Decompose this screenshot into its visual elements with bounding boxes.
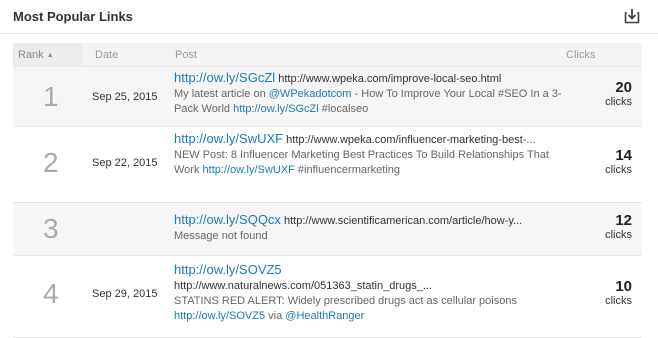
desc-text: #influencermarketing	[294, 164, 401, 176]
short-link[interactable]: http://ow.ly/SQQcx	[174, 212, 281, 227]
short-link[interactable]: http://ow.ly/SwUXF	[174, 131, 283, 146]
table-row: 4 Sep 29, 2015 http://ow.ly/SOVZ5 http:/…	[13, 256, 642, 338]
desc-link[interactable]: http://ow.ly/SOVZ5	[174, 310, 265, 322]
clicks-count: 20	[615, 79, 632, 96]
mention-link[interactable]: @HealthRanger	[285, 310, 364, 322]
post-description: Message not found	[174, 230, 268, 242]
post-description: STATINS RED ALERT: Widely prescribed dru…	[174, 295, 517, 322]
rank-header-label: Rank	[18, 49, 44, 61]
rank-number: 4	[43, 278, 59, 309]
table-row: 3 http://ow.ly/SQQcx http://www.scientif…	[13, 203, 642, 256]
clicks-count: 14	[615, 147, 632, 164]
long-url[interactable]: http://www.wpeka.com/influencer-marketin…	[286, 134, 535, 146]
clicks-label: clicks	[605, 96, 632, 108]
long-url[interactable]: http://www.scientificamerican.com/articl…	[284, 215, 522, 227]
post-cell: http://ow.ly/SQQcx http://www.scientific…	[174, 212, 564, 244]
clicks-column-header[interactable]: Clicks	[566, 49, 595, 61]
short-link[interactable]: http://ow.ly/SGcZl	[174, 70, 275, 85]
post-date: Sep 22, 2015	[92, 157, 158, 169]
date-column-header[interactable]: Date	[95, 49, 118, 61]
rank-number: 1	[43, 81, 59, 112]
desc-text: STATINS RED ALERT: Widely prescribed dru…	[174, 295, 517, 307]
table-row: 2 Sep 22, 2015 http://ow.ly/SwUXF http:/…	[13, 127, 642, 203]
post-cell: http://ow.ly/SOVZ5 http://www.naturalnew…	[174, 262, 564, 324]
table-header: Rank ▲ Date Post Clicks	[13, 43, 642, 67]
post-description: My latest article on @WPekadotcom - How …	[174, 88, 562, 115]
clicks-count: 12	[615, 212, 632, 229]
rank-column-header[interactable]: Rank ▲	[18, 49, 54, 61]
table-row: 1 Sep 25, 2015 http://ow.ly/SGcZl http:/…	[13, 67, 642, 127]
post-column-header[interactable]: Post	[175, 49, 197, 61]
mention-link[interactable]: @WPekadotcom	[269, 88, 352, 100]
post-date: Sep 25, 2015	[92, 91, 158, 103]
clicks-cell: 10 clicks	[605, 278, 632, 307]
desc-link[interactable]: http://ow.ly/SwUXF	[203, 164, 295, 176]
desc-text: #localseo	[318, 103, 369, 115]
post-date: Sep 29, 2015	[92, 288, 158, 300]
post-cell: http://ow.ly/SGcZl http://www.wpeka.com/…	[174, 70, 564, 117]
links-table: Rank ▲ Date Post Clicks 1 Sep 25, 2015 ht…	[13, 43, 642, 338]
sort-asc-icon: ▲	[46, 52, 54, 59]
clicks-cell: 14 clicks	[605, 147, 632, 176]
clicks-label: clicks	[605, 229, 632, 241]
panel-header: Most Popular Links	[0, 0, 658, 34]
long-url[interactable]: http://www.wpeka.com/improve-local-seo.h…	[278, 73, 501, 85]
clicks-cell: 20 clicks	[605, 79, 632, 108]
clicks-label: clicks	[605, 164, 632, 176]
desc-text: My latest article on	[174, 88, 269, 100]
rank-number: 2	[43, 147, 59, 178]
desc-link[interactable]: http://ow.ly/SGcZl	[233, 103, 319, 115]
desc-text: via	[265, 310, 286, 322]
rank-number: 3	[43, 213, 59, 244]
post-cell: http://ow.ly/SwUXF http://www.wpeka.com/…	[174, 131, 564, 178]
download-box-icon	[624, 9, 640, 24]
clicks-count: 10	[615, 278, 632, 295]
post-description: NEW Post: 8 Influencer Marketing Best Pr…	[174, 149, 549, 176]
export-icon[interactable]	[624, 8, 640, 24]
short-link[interactable]: http://ow.ly/SOVZ5	[174, 262, 282, 277]
clicks-cell: 12 clicks	[605, 212, 632, 241]
clicks-label: clicks	[605, 295, 632, 307]
long-url[interactable]: http://www.naturalnews.com/051363_statin…	[174, 280, 432, 292]
most-popular-links-panel: Most Popular Links Rank ▲ Date Post Click…	[0, 0, 658, 338]
table-body: 1 Sep 25, 2015 http://ow.ly/SGcZl http:/…	[13, 67, 642, 338]
panel-title: Most Popular Links	[13, 9, 133, 24]
